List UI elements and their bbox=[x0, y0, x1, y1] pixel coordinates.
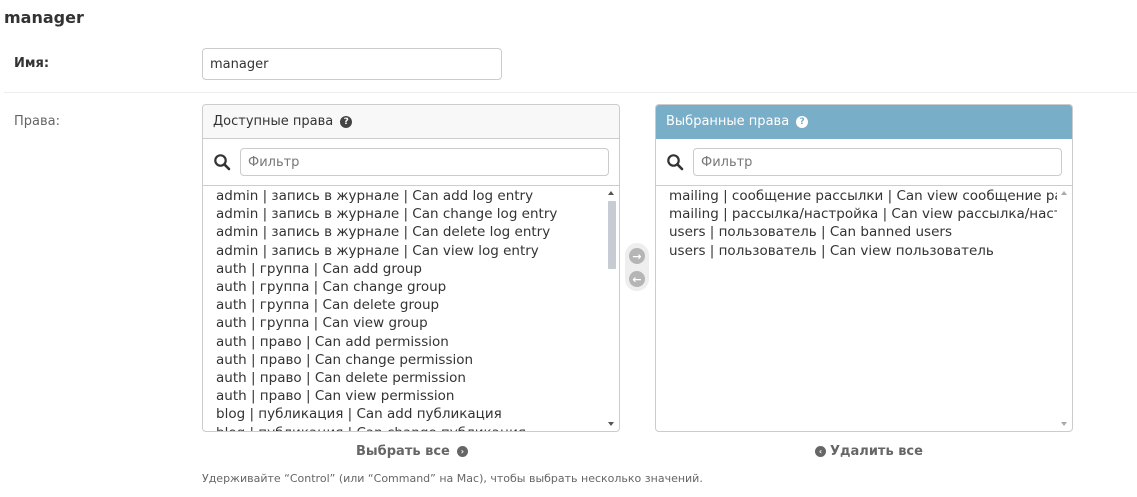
permission-option[interactable]: blog | публикация | Can add публикация bbox=[216, 405, 619, 423]
permission-option[interactable]: auth | право | Can view permission bbox=[216, 387, 619, 405]
permission-option[interactable]: admin | запись в журнале | Can add log e… bbox=[216, 187, 619, 205]
scroll-thumb[interactable] bbox=[608, 201, 616, 269]
permission-option[interactable]: auth | группа | Can delete group bbox=[216, 296, 619, 314]
remove-all-label: Удалить все bbox=[830, 444, 923, 459]
chosen-permissions-title: Выбранные права bbox=[666, 114, 790, 129]
question-circle-icon: ? bbox=[796, 115, 809, 128]
scroll-down-arrow-icon[interactable] bbox=[1061, 422, 1067, 426]
available-permissions-title: Доступные права bbox=[213, 114, 334, 129]
scroll-up-arrow-icon[interactable] bbox=[608, 191, 614, 195]
permission-option[interactable]: admin | запись в журнале | Can delete lo… bbox=[216, 223, 619, 241]
move-left-arrow-icon[interactable]: ← bbox=[629, 271, 645, 287]
chosen-permissions-list[interactable]: mailing | сообщение рассылки | Can view … bbox=[656, 186, 1072, 431]
scroll-up-arrow-icon[interactable] bbox=[1061, 191, 1067, 195]
help-text: Удерживайте “Control” (или “Command” на … bbox=[202, 472, 703, 485]
question-circle-icon: ? bbox=[340, 115, 353, 128]
chosen-filter-row bbox=[656, 139, 1072, 186]
available-filter-input[interactable] bbox=[240, 148, 609, 176]
name-input[interactable] bbox=[202, 48, 502, 80]
permission-option[interactable]: auth | право | Can delete permission bbox=[216, 369, 619, 387]
scroll-down-arrow-icon[interactable] bbox=[608, 422, 614, 426]
available-scrollbar[interactable] bbox=[605, 186, 619, 431]
chosen-filter-input[interactable] bbox=[693, 148, 1062, 176]
permission-option[interactable]: auth | группа | Can view group bbox=[216, 314, 619, 332]
permission-option[interactable]: admin | запись в журнале | Can view log … bbox=[216, 242, 619, 260]
permission-option[interactable]: auth | право | Can add permission bbox=[216, 333, 619, 351]
available-filter-row bbox=[203, 139, 619, 186]
available-permissions-header: Доступные права ? bbox=[203, 105, 619, 139]
move-right-arrow-icon[interactable]: → bbox=[629, 248, 645, 264]
name-label: Имя: bbox=[14, 56, 50, 71]
choose-all-link[interactable]: Выбрать все › bbox=[356, 444, 468, 459]
chosen-permissions-box: Выбранные права ? mailing | сообщение ра… bbox=[655, 104, 1073, 432]
available-permissions-list[interactable]: admin | запись в журнале | Can add log e… bbox=[203, 186, 619, 431]
permission-option[interactable]: users | пользователь | Can banned users bbox=[669, 223, 1057, 241]
page-title: manager bbox=[4, 8, 84, 27]
permission-option[interactable]: mailing | сообщение рассылки | Can view … bbox=[669, 187, 1057, 205]
arrow-right-circle-icon: › bbox=[456, 446, 468, 457]
permission-option[interactable]: blog | публикация | Can change публикаци… bbox=[216, 424, 619, 431]
available-permissions-box: Доступные права ? admin | запись в журна… bbox=[202, 104, 620, 432]
permission-option[interactable]: auth | группа | Can change group bbox=[216, 278, 619, 296]
row-divider bbox=[4, 92, 1137, 93]
search-icon bbox=[214, 154, 231, 171]
permission-option[interactable]: admin | запись в журнале | Can change lo… bbox=[216, 205, 619, 223]
chosen-scrollbar[interactable] bbox=[1058, 186, 1072, 431]
permission-option[interactable]: mailing | рассылка/настройка | Can view … bbox=[669, 205, 1057, 223]
group-change-form: manager Имя: Права: Доступные права ? ad… bbox=[0, 0, 1137, 497]
remove-all-link[interactable]: ‹ Удалить все bbox=[815, 444, 923, 459]
permission-option[interactable]: auth | группа | Can add group bbox=[216, 260, 619, 278]
arrow-left-circle-icon: ‹ bbox=[815, 446, 826, 457]
chosen-permissions-header: Выбранные права ? bbox=[656, 105, 1072, 139]
choose-all-label: Выбрать все bbox=[356, 444, 450, 459]
permission-option[interactable]: users | пользователь | Can view пользова… bbox=[669, 242, 1057, 260]
selector-move-buttons: → ← bbox=[625, 243, 649, 291]
search-icon bbox=[667, 154, 684, 171]
permission-option[interactable]: auth | право | Can change permission bbox=[216, 351, 619, 369]
permissions-label: Права: bbox=[14, 114, 61, 129]
